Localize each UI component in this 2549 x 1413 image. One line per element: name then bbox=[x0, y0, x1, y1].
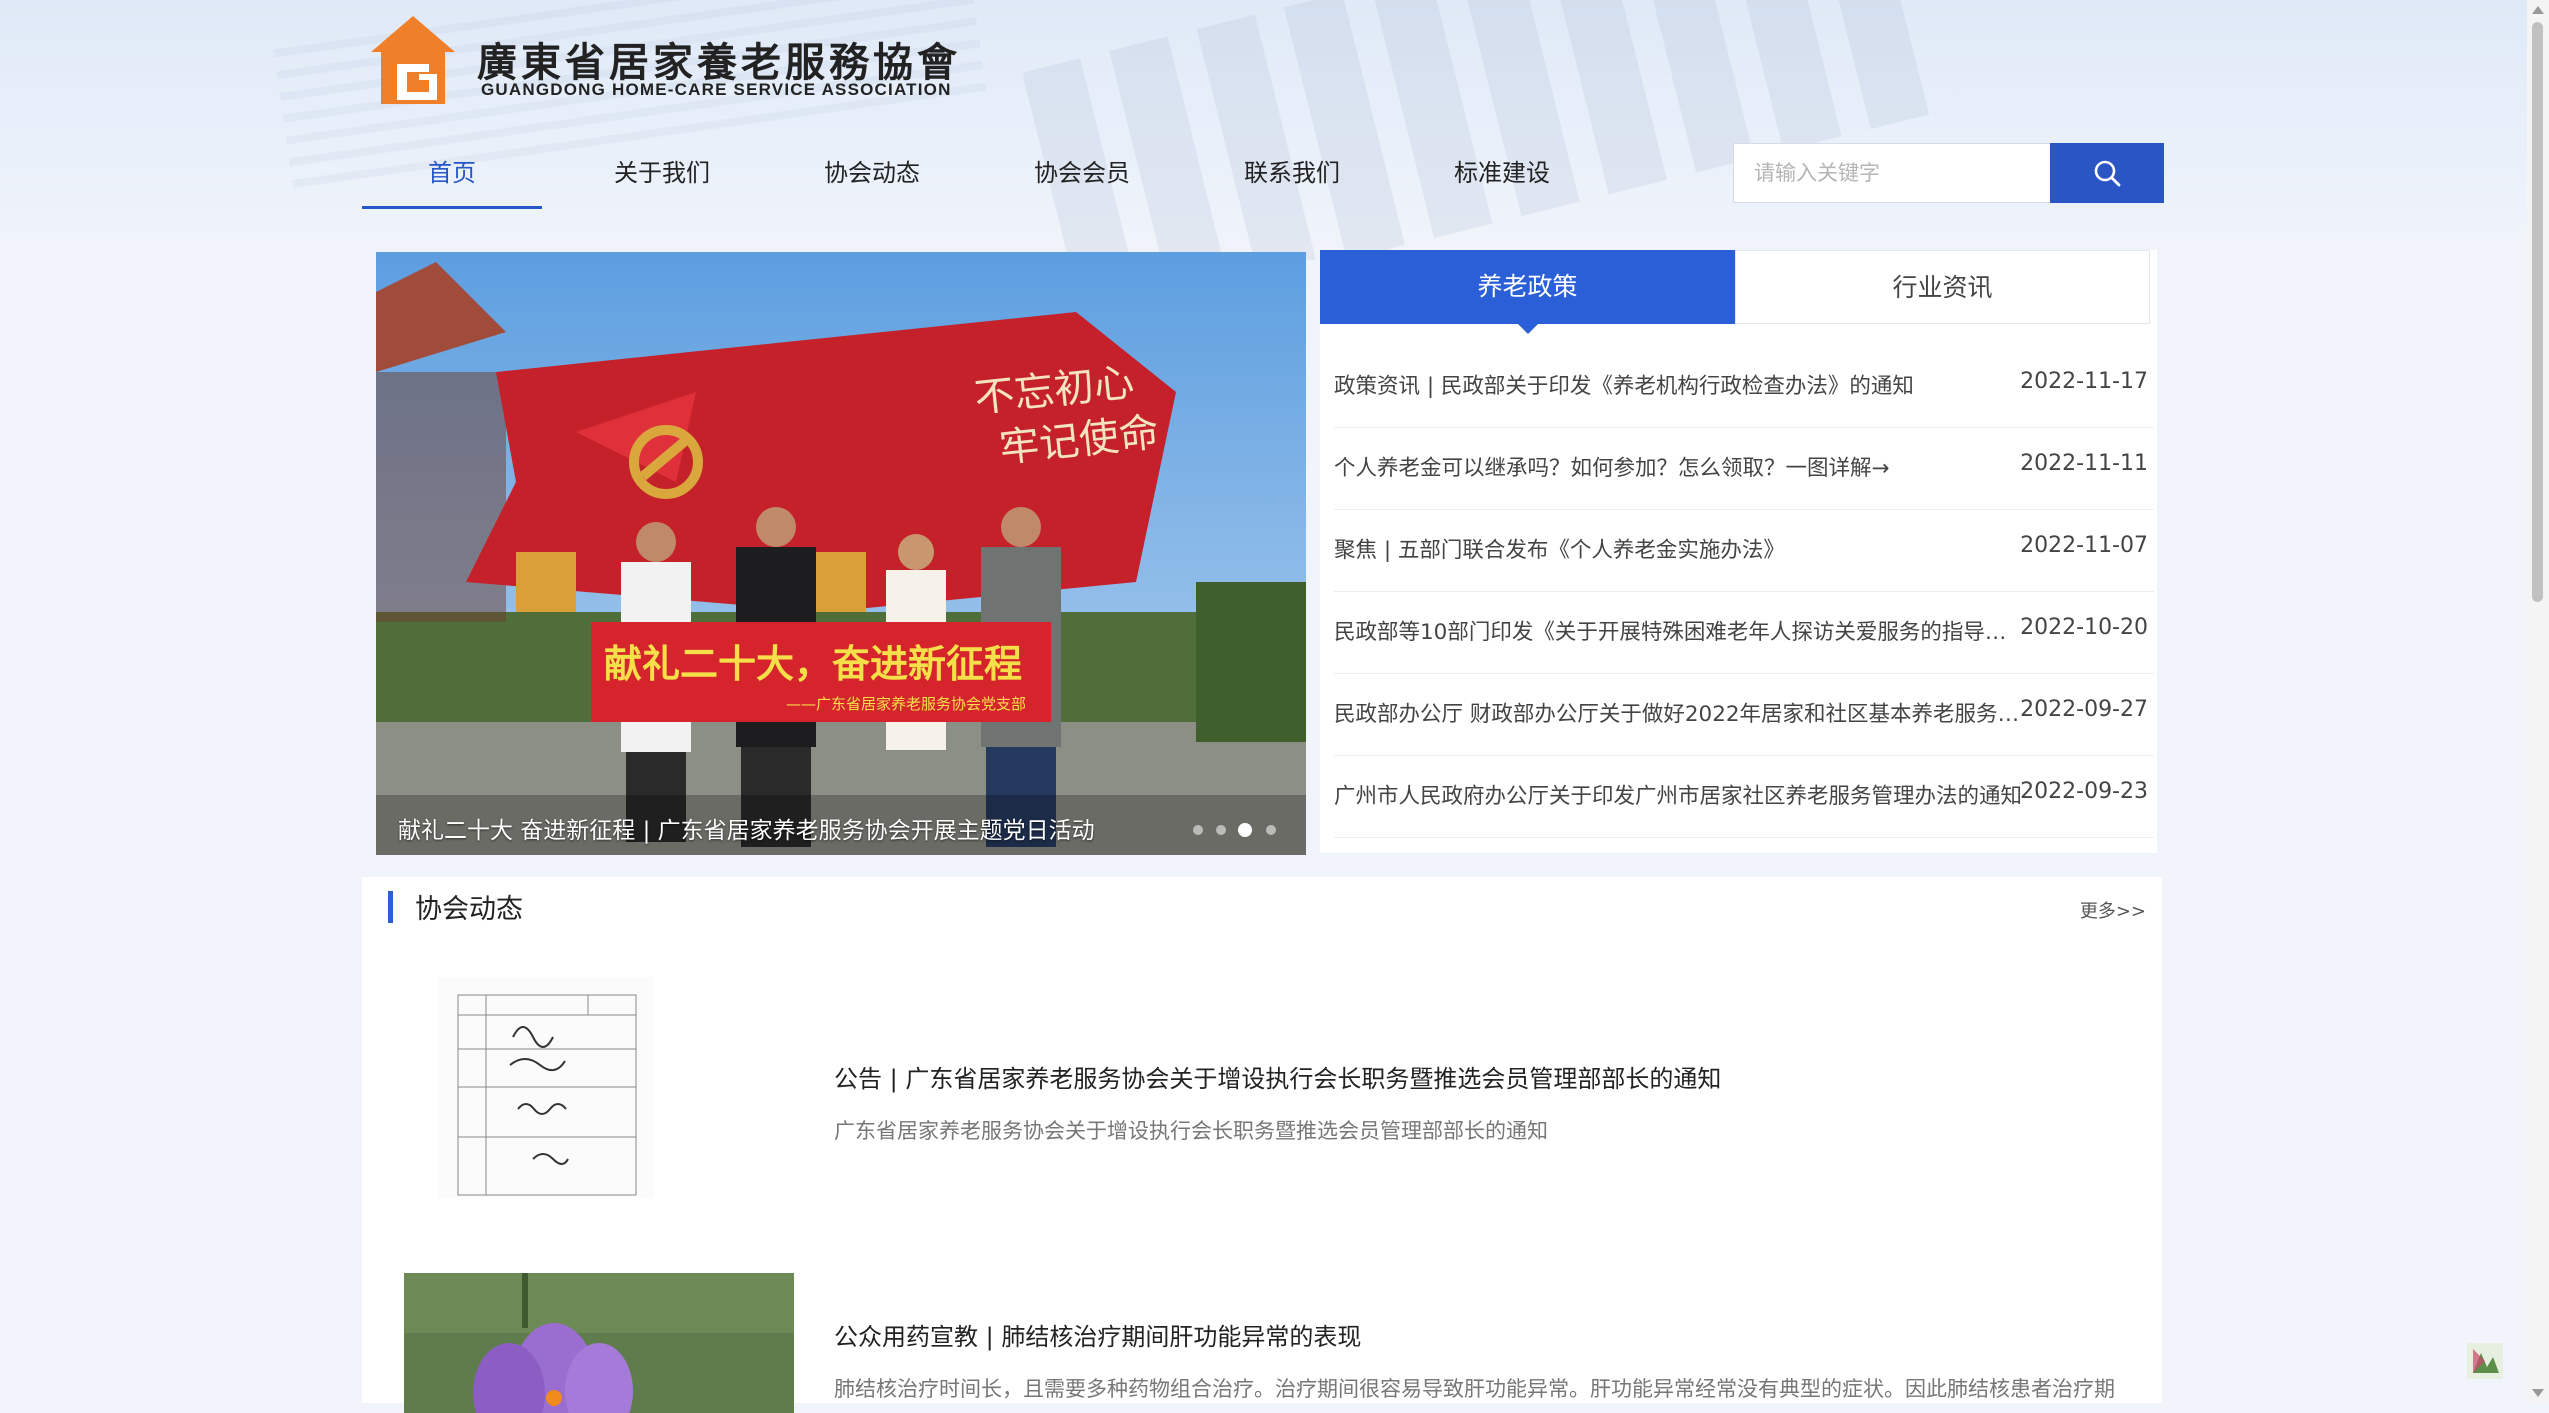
document-thumbnail bbox=[438, 977, 654, 1197]
logo-english-name: GUANGDONG HOME-CARE SERVICE ASSOCIATION bbox=[481, 80, 952, 99]
banner-subtext: ——广东省居家养老服务协会党支部 bbox=[786, 695, 1026, 713]
article-item[interactable]: 公告 | 广东省居家养老服务协会关于增设执行会长职务暨推选会员管理部部长的通知 … bbox=[362, 977, 2162, 1207]
more-link[interactable]: 更多>> bbox=[2080, 897, 2146, 923]
news-date: 2022-09-23 bbox=[2020, 779, 2148, 804]
news-date: 2022-10-20 bbox=[2020, 615, 2148, 640]
tab-elderly-policy[interactable]: 养老政策 bbox=[1320, 250, 1735, 334]
site-logo[interactable]: 廣東省居家養老服務協會 GUANGDONG HOME-CARE SERVICE … bbox=[365, 10, 965, 110]
news-title: 民政部等10部门印发《关于开展特殊困难老年人探访关爱服务的指导意见》 bbox=[1334, 620, 2024, 645]
list-item[interactable]: 民政部等10部门印发《关于开展特殊困难老年人探访关爱服务的指导意见》 2022-… bbox=[1334, 591, 2154, 674]
list-item[interactable]: 政策资讯 | 民政部关于印发《养老机构行政检查办法》的通知 2022-11-17 bbox=[1334, 345, 2154, 428]
search-button[interactable] bbox=[2050, 143, 2164, 203]
news-date: 2022-11-11 bbox=[2020, 451, 2148, 476]
news-title: 广州市人民政府办公厅关于印发广州市居家社区养老服务管理办法的通知 bbox=[1334, 784, 2023, 809]
nav-item-home[interactable]: 首页 bbox=[362, 140, 542, 209]
article-title[interactable]: 公告 | 广东省居家养老服务协会关于增设执行会长职务暨推选会员管理部部长的通知 bbox=[834, 1059, 1721, 1094]
search-icon bbox=[2094, 160, 2121, 187]
nav-item-about[interactable]: 关于我们 bbox=[572, 140, 752, 206]
article-description: 广东省居家养老服务协会关于增设执行会长职务暨推选会员管理部部长的通知 bbox=[834, 1119, 1548, 1143]
page-scrollbar[interactable] bbox=[2527, 0, 2549, 1403]
photo-carousel[interactable]: 不忘初心 牢记使命 献礼二十大，奋进新征程 ——广东省居家养老服务协会党支部 献… bbox=[376, 252, 1306, 855]
news-date: 2022-11-17 bbox=[2020, 369, 2148, 394]
newspaper-decoration bbox=[1021, 0, 1959, 260]
list-item[interactable]: 民政部办公厅 财政部办公厅关于做好2022年居家和社区基本养老服务提升行动项目组… bbox=[1334, 673, 2154, 756]
section-accent-bar bbox=[388, 891, 393, 923]
back-to-top-icon[interactable] bbox=[2467, 1343, 2503, 1379]
carousel-dot-2[interactable] bbox=[1216, 825, 1226, 835]
search-input[interactable] bbox=[1733, 143, 2071, 203]
article-description: 肺结核治疗时间长，且需要多种药物组合治疗。治疗期间很容易导致肝功能异常。肝功能异… bbox=[834, 1377, 2115, 1401]
news-date: 2022-11-07 bbox=[2020, 533, 2148, 558]
tab-industry-news[interactable]: 行业资讯 bbox=[1735, 250, 2150, 324]
carousel-dot-4[interactable] bbox=[1266, 825, 1276, 835]
scroll-thumb[interactable] bbox=[2532, 22, 2543, 602]
news-title: 民政部办公厅 财政部办公厅关于做好2022年居家和社区基本养老服务提升行动项目组… bbox=[1334, 702, 2024, 727]
list-item[interactable]: 个人养老金可以继承吗？如何参加？怎么领取？一图详解→ 2022-11-11 bbox=[1334, 427, 2154, 510]
article-item[interactable]: 公众用药宣教 | 肺结核治疗期间肝功能异常的表现 肺结核治疗时间长，且需要多种药… bbox=[362, 1273, 2162, 1413]
news-title: 政策资讯 | 民政部关于印发《养老机构行政检查办法》的通知 bbox=[1334, 374, 1914, 399]
nav-item-members[interactable]: 协会会员 bbox=[992, 140, 1172, 206]
list-item[interactable]: 广州市人民政府办公厅关于印发广州市居家社区养老服务管理办法的通知 2022-09… bbox=[1334, 755, 2154, 838]
carousel-photo: 不忘初心 牢记使命 献礼二十大，奋进新征程 ——广东省居家养老服务协会党支部 bbox=[376, 252, 1306, 855]
carousel-dot-3[interactable] bbox=[1238, 823, 1252, 837]
flower-thumbnail bbox=[404, 1273, 794, 1413]
nav-item-news[interactable]: 协会动态 bbox=[782, 140, 962, 206]
list-item[interactable]: 聚焦 | 五部门联合发布《个人养老金实施办法》 2022-11-07 bbox=[1334, 509, 2154, 592]
news-title: 聚焦 | 五部门联合发布《个人养老金实施办法》 bbox=[1334, 538, 1785, 563]
house-logo-icon bbox=[371, 16, 455, 104]
news-title: 个人养老金可以继承吗？如何参加？怎么领取？一图详解→ bbox=[1334, 456, 1890, 481]
scroll-up-arrow-icon[interactable] bbox=[2532, 6, 2544, 14]
nav-item-contact[interactable]: 联系我们 bbox=[1202, 140, 1382, 206]
association-news-section: 协会动态 更多>> 公告 | 广东省居家养老服务协会关于增设执行会长职务暨推选会… bbox=[362, 877, 2162, 1413]
nav-item-standards[interactable]: 标准建设 bbox=[1412, 140, 1592, 206]
section-title: 协会动态 bbox=[415, 894, 523, 925]
carousel-dot-1[interactable] bbox=[1193, 825, 1203, 835]
article-title[interactable]: 公众用药宣教 | 肺结核治疗期间肝功能异常的表现 bbox=[834, 1317, 1361, 1352]
policy-panel: 养老政策 行业资讯 政策资讯 | 民政部关于印发《养老机构行政检查办法》的通知 … bbox=[1320, 250, 2157, 853]
search-box bbox=[1733, 143, 2164, 203]
carousel-caption[interactable]: 献礼二十大 奋进新征程 | 广东省居家养老服务协会开展主题党日活动 bbox=[398, 811, 1095, 845]
news-date: 2022-09-27 bbox=[2020, 697, 2148, 722]
banner-text: 献礼二十大，奋进新征程 bbox=[604, 642, 1022, 686]
scroll-down-arrow-icon[interactable] bbox=[2532, 1389, 2544, 1397]
